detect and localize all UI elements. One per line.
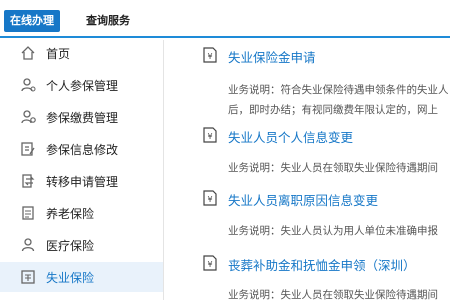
tab-query-service[interactable]: 查询服务 xyxy=(86,10,166,32)
service-document-icon: ¥ xyxy=(203,190,217,206)
sidebar-item-personal-insurance[interactable]: 个人参保管理 xyxy=(0,72,163,98)
sidebar-item-label: 参保缴费管理 xyxy=(46,110,119,125)
svg-text:¥: ¥ xyxy=(207,260,212,269)
service-desc: 业务说明：失业人员认为用人单位未准确申报 xyxy=(228,225,438,237)
sidebar-item-label: 养老保险 xyxy=(46,206,95,221)
sidebar-item-label: 失业保险 xyxy=(46,270,95,285)
user-icon xyxy=(21,238,35,252)
sidebar-item-label: 医疗保险 xyxy=(46,238,95,253)
service-desc: 后，即时办结；有视同缴费年限认定的，网上 xyxy=(228,104,438,116)
tab-divider xyxy=(0,36,450,38)
service-title-funeral-subsidy[interactable]: 丧葬补助金和抚恤金申领（深圳） xyxy=(228,255,416,274)
top-tab-bar: 在线办理 查询服务 xyxy=(0,0,450,38)
svg-text:¥: ¥ xyxy=(207,52,212,61)
sidebar-item-transfer[interactable]: 转移申请管理 xyxy=(0,168,163,194)
person-gear-icon xyxy=(21,110,36,124)
sidebar-item-label: 个人参保管理 xyxy=(46,78,119,93)
tab-online-handling[interactable]: 在线办理 xyxy=(4,10,60,32)
edit-document-icon xyxy=(21,142,35,156)
sidebar-item-label: 首页 xyxy=(46,46,71,61)
service-title-unemployment-benefit[interactable]: 失业保险金申请 xyxy=(228,47,316,66)
service-list: ¥ 失业保险金申请 业务说明：符合失业保险待遇申领条件的失业人 后，即时办结；有… xyxy=(190,40,450,300)
transfer-icon xyxy=(22,174,35,188)
sidebar-item-unemployment[interactable]: 失业保险 xyxy=(0,262,163,292)
unemployment-doc-icon xyxy=(21,270,35,284)
service-desc: 业务说明：失业人员在领取失业保险待遇期间 xyxy=(228,289,438,300)
person-icon xyxy=(21,78,36,92)
service-document-icon: ¥ xyxy=(203,127,217,143)
sidebar-item-payment[interactable]: 参保缴费管理 xyxy=(0,104,163,130)
home-icon xyxy=(21,46,35,60)
sidebar-item-info-modify[interactable]: 参保信息修改 xyxy=(0,136,163,162)
sidebar-item-home[interactable]: 首页 xyxy=(0,40,163,66)
svg-text:¥: ¥ xyxy=(207,195,212,204)
sidebar-item-label: 转移申请管理 xyxy=(46,174,119,189)
service-desc: 业务说明：失业人员在领取失业保险待遇期间 xyxy=(228,162,438,174)
sidebar-item-medical[interactable]: 医疗保险 xyxy=(0,232,163,258)
service-document-icon: ¥ xyxy=(203,47,217,63)
sidebar-item-label: 参保信息修改 xyxy=(46,142,119,157)
sidebar: 首页 个人参保管理 参保缴费管理 参保信息修改 转移申请管理 养老保险 医疗保险… xyxy=(0,40,164,300)
service-desc: 业务说明：符合失业保险待遇申领条件的失业人 xyxy=(228,84,449,96)
service-document-icon: ¥ xyxy=(203,255,217,271)
document-icon xyxy=(22,206,34,220)
sidebar-item-pension[interactable]: 养老保险 xyxy=(0,200,163,226)
service-title-resignation-reason-change[interactable]: 失业人员离职原因信息变更 xyxy=(228,190,378,209)
svg-text:¥: ¥ xyxy=(207,132,212,141)
service-title-personal-info-change[interactable]: 失业人员个人信息变更 xyxy=(228,127,353,146)
